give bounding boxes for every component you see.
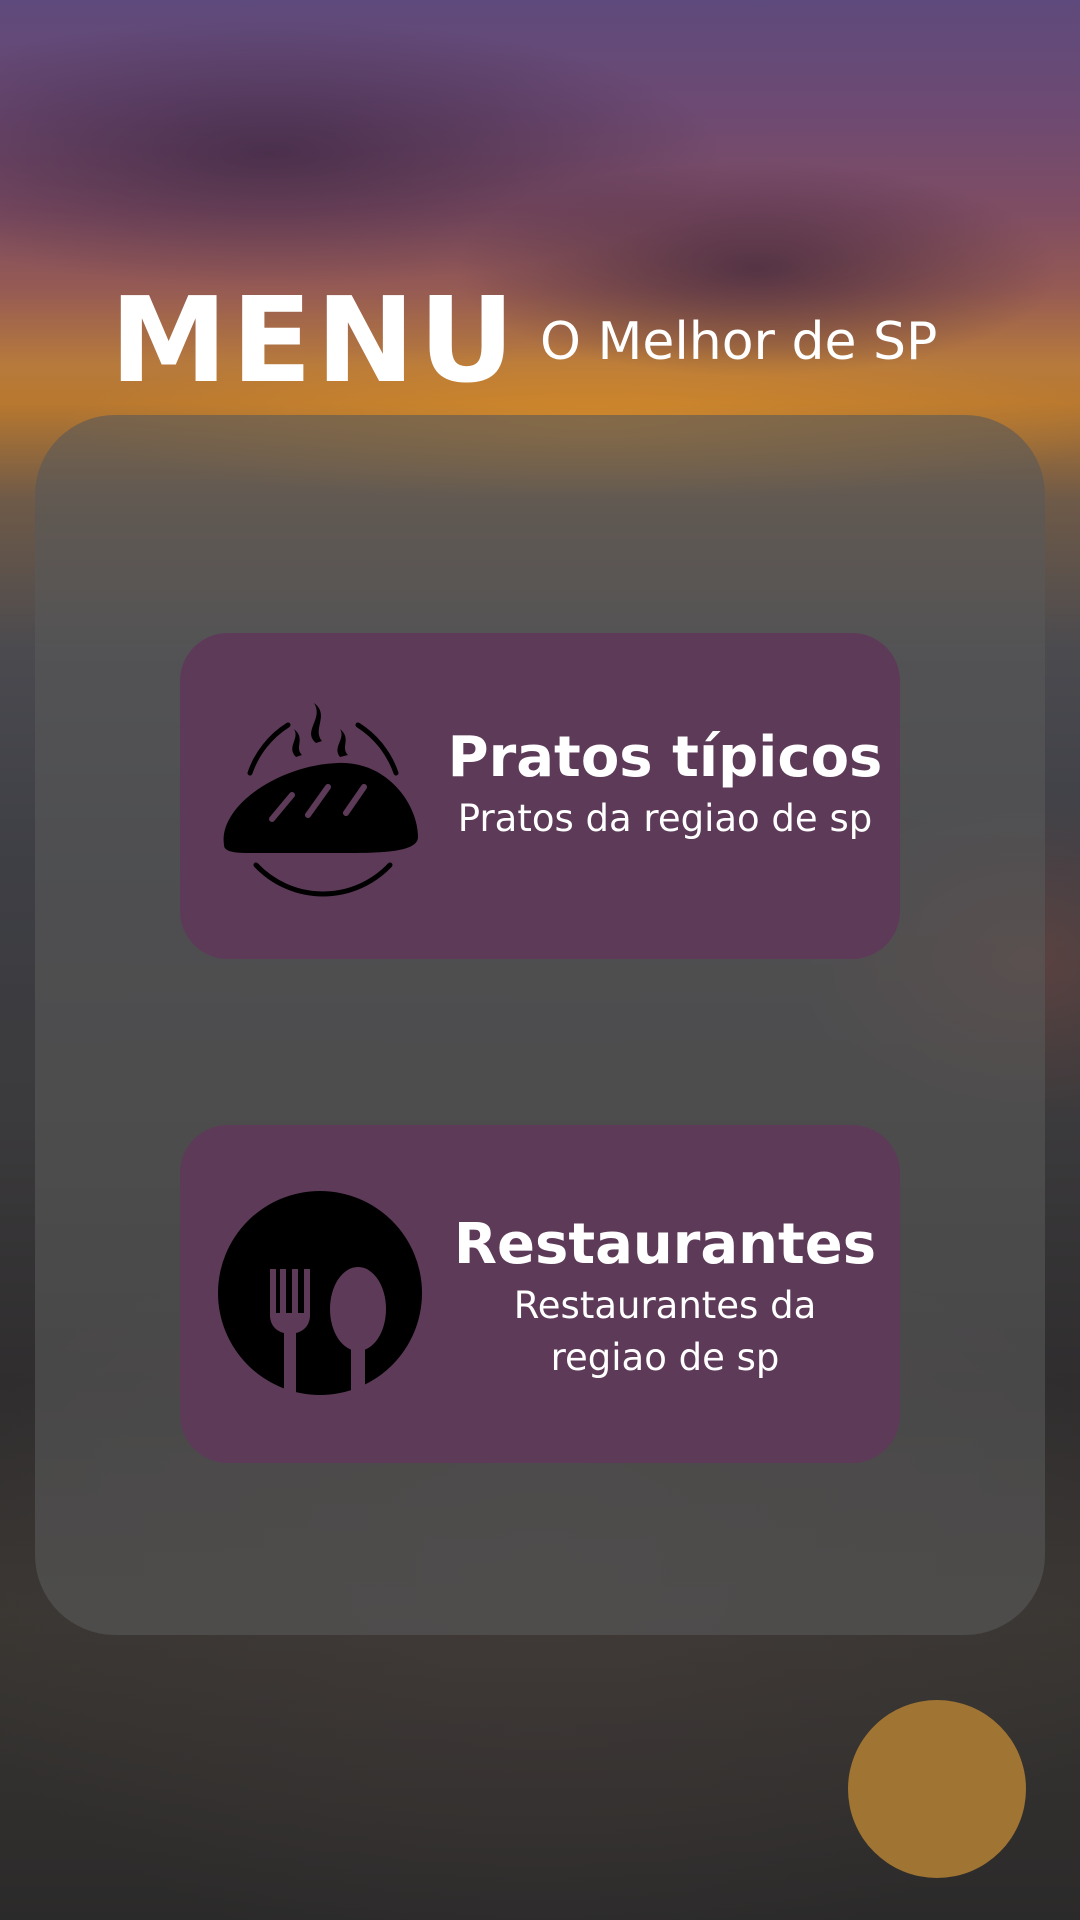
card-title: Pratos típicos [447, 725, 883, 790]
floating-action-button[interactable] [848, 1700, 1026, 1878]
bread-icon [218, 695, 428, 905]
menu-panel: Pratos típicos Pratos da regiao de sp Re… [35, 415, 1045, 1635]
pratos-tipicos-card[interactable]: Pratos típicos Pratos da regiao de sp [180, 633, 900, 959]
fork-spoon-icon [218, 1191, 428, 1401]
restaurantes-card[interactable]: Restaurantes Restaurantes da regiao de s… [180, 1125, 900, 1463]
card-description: Pratos da regiao de sp [457, 797, 873, 840]
card-title: Restaurantes [453, 1212, 877, 1277]
pratos-tipicos-text: Pratos típicos Pratos da regiao de sp [430, 723, 900, 845]
header: MENU O Melhor de SP [0, 270, 1080, 410]
page-title: MENU [110, 271, 519, 409]
card-description: Restaurantes da regiao de sp [513, 1284, 817, 1379]
restaurantes-text: Restaurantes Restaurantes da regiao de s… [430, 1210, 900, 1384]
page-subtitle: O Melhor de SP [540, 312, 938, 372]
